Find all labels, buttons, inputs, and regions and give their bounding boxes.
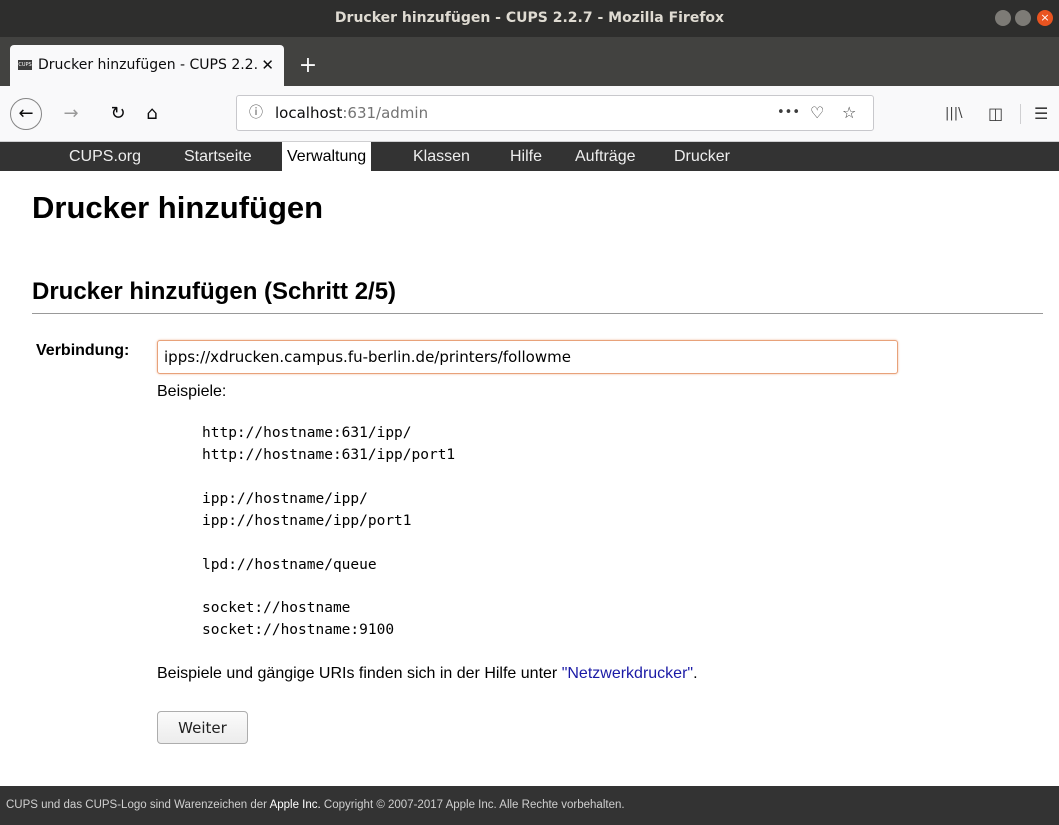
toolbar-separator xyxy=(1020,104,1021,124)
help-hint-text: Beispiele und gängige URIs finden sich i… xyxy=(157,665,562,682)
example-uri: socket://hostname xyxy=(202,600,351,616)
bookmark-star-icon[interactable]: ☆ xyxy=(842,96,856,130)
continue-button[interactable]: Weiter xyxy=(157,711,248,744)
example-uri: ipp://hostname/ipp/port1 xyxy=(202,513,412,529)
close-window-button[interactable]: × xyxy=(1037,10,1053,26)
connection-input[interactable] xyxy=(157,340,898,374)
new-tab-button[interactable]: + xyxy=(294,45,322,86)
window-title: Drucker hinzufügen - CUPS 2.2.7 - Mozill… xyxy=(334,10,725,26)
url-text[interactable]: localhost:631/admin xyxy=(275,96,428,130)
footer-text-post: Copyright © 2007-2017 Apple Inc. Alle Re… xyxy=(320,799,625,811)
nav-klassen[interactable]: Klassen xyxy=(408,142,475,171)
nav-drucker[interactable]: Drucker xyxy=(669,142,735,171)
nav-startseite[interactable]: Startseite xyxy=(179,142,257,171)
help-hint: Beispiele und gängige URIs finden sich i… xyxy=(157,665,698,683)
connection-label: Verbindung: xyxy=(36,342,130,359)
site-info-icon[interactable]: ⓘ xyxy=(249,96,263,130)
page-title: Drucker hinzufügen xyxy=(32,190,324,225)
sidebar-icon[interactable]: ◫ xyxy=(988,100,1003,128)
tab-bar: CUPS Drucker hinzufügen - CUPS 2.2.7 ✕ + xyxy=(0,37,1059,86)
forward-button[interactable]: → xyxy=(58,100,84,128)
window-titlebar: Drucker hinzufügen - CUPS 2.2.7 - Mozill… xyxy=(0,0,1059,37)
example-uri: socket://hostname:9100 xyxy=(202,622,395,638)
close-tab-icon[interactable]: ✕ xyxy=(261,45,274,86)
pocket-icon[interactable]: ♡ xyxy=(810,96,824,130)
network-printer-help-link[interactable]: "Netzwerkdrucker" xyxy=(562,665,693,682)
example-uri: http://hostname:631/ipp/port1 xyxy=(202,447,456,463)
maximize-button[interactable] xyxy=(1015,10,1031,26)
footer-text-pre: CUPS und das CUPS-Logo sind Warenzeichen… xyxy=(6,799,270,811)
back-button[interactable]: ← xyxy=(10,98,42,130)
menu-icon[interactable]: ☰ xyxy=(1034,100,1048,128)
page-footer: CUPS und das CUPS-Logo sind Warenzeichen… xyxy=(0,786,1059,825)
example-uri: ipp://hostname/ipp/ xyxy=(202,491,368,507)
cups-favicon-icon: CUPS xyxy=(18,60,32,70)
page-actions-icon[interactable]: ••• xyxy=(777,96,800,130)
home-button[interactable]: ⌂ xyxy=(139,100,165,128)
nav-verwaltung[interactable]: Verwaltung xyxy=(282,142,372,171)
nav-hilfe[interactable]: Hilfe xyxy=(505,142,547,171)
tab-title: Drucker hinzufügen - CUPS 2.2.7 xyxy=(38,57,258,73)
browser-tab[interactable]: CUPS Drucker hinzufügen - CUPS 2.2.7 ✕ xyxy=(10,45,284,86)
cups-navigation: CUPS.org Startseite Verwaltung Klassen H… xyxy=(0,142,1059,171)
section-title: Drucker hinzufügen (Schritt 2/5) xyxy=(32,278,397,305)
help-hint-end: . xyxy=(693,665,698,682)
navigation-toolbar: ← → ↻ ⌂ ⓘ localhost:631/admin ••• ♡ ☆ ||… xyxy=(0,86,1059,142)
examples-label: Beispiele: xyxy=(157,383,227,400)
example-uri: http://hostname:631/ipp/ xyxy=(202,425,412,441)
url-bar[interactable]: ⓘ localhost:631/admin ••• ♡ ☆ xyxy=(236,95,874,131)
nav-cups-org[interactable]: CUPS.org xyxy=(64,142,146,171)
example-uri: lpd://hostname/queue xyxy=(202,557,377,573)
apple-inc-link[interactable]: Apple Inc. xyxy=(270,799,321,811)
reload-button[interactable]: ↻ xyxy=(105,100,131,128)
section-divider xyxy=(32,313,1043,314)
library-icon[interactable]: |||\ xyxy=(945,100,963,128)
url-path: :631/admin xyxy=(342,104,429,122)
minimize-button[interactable] xyxy=(995,10,1011,26)
nav-auftraege[interactable]: Aufträge xyxy=(570,142,640,171)
url-host: localhost xyxy=(275,104,343,122)
